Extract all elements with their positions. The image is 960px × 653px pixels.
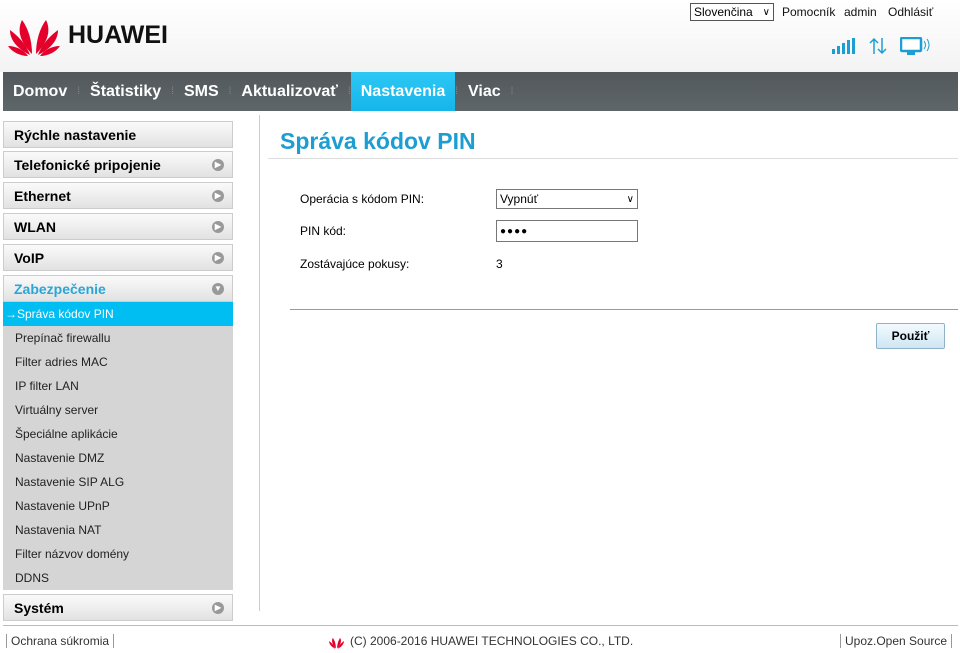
nav-label: Aktualizovať: [241, 82, 338, 100]
nav-label: Nastavenia: [360, 82, 446, 100]
submenu-pin-management[interactable]: → Správa kódov PIN: [3, 302, 233, 326]
pin-code-label: PIN kód:: [300, 224, 347, 238]
title-divider: [268, 158, 958, 159]
page-title: Správa kódov PIN: [280, 128, 476, 154]
nav-label: Domov: [13, 82, 68, 100]
huawei-logo: HUAWEI: [8, 14, 168, 56]
submenu-dmz[interactable]: Nastavenie DMZ: [3, 446, 233, 470]
pin-code-input[interactable]: ●●●●: [496, 220, 638, 242]
submenu-virtual-server[interactable]: Virtuálny server: [3, 398, 233, 422]
sidebar-label: VoIP: [14, 249, 45, 266]
pc-connection-icon: [900, 37, 930, 55]
submenu-upnp[interactable]: Nastavenie UPnP: [3, 494, 233, 518]
chevron-right-icon: ▶: [212, 601, 224, 614]
sidebar-item-security[interactable]: Zabezpečenie ▼: [3, 275, 233, 302]
main-nav: Domov ⁞ Štatistiky ⁞ SMS ⁞ Aktualizovať ⁞ Na…: [3, 72, 958, 111]
signal-icon: [832, 38, 855, 54]
submenu-firewall-switch[interactable]: Prepínač firewallu: [3, 326, 233, 350]
sidebar-label: Zabezpečenie: [14, 280, 106, 297]
footer-divider: [3, 625, 958, 626]
sidebar-label: Ethernet: [14, 187, 71, 204]
sidebar-label: WLAN: [14, 218, 56, 235]
huawei-logo-small-icon: [329, 637, 344, 649]
chevron-right-icon: ▶: [212, 220, 224, 233]
sidebar-item-quick-setup[interactable]: Rýchle nastavenie: [3, 121, 233, 148]
nav-separator: ⁞: [510, 86, 514, 97]
sidebar-label: Telefonické pripojenie: [14, 156, 161, 173]
nav-settings[interactable]: Nastavenia: [350, 72, 456, 111]
submenu-lan-ip-filter[interactable]: IP filter LAN: [3, 374, 233, 398]
submenu-sip-alg[interactable]: Nastavenie SIP ALG: [3, 470, 233, 494]
nav-statistics[interactable]: Štatistiky: [80, 72, 171, 111]
privacy-link[interactable]: Ochrana súkromia: [6, 634, 115, 648]
arrow-right-icon: →: [5, 307, 17, 321]
form-divider: [290, 309, 958, 310]
sidebar-item-wlan[interactable]: WLAN ▶: [3, 213, 233, 240]
attempts-value: 3: [496, 257, 503, 271]
pin-operation-value: Vypnúť: [500, 192, 539, 206]
submenu-label: Správa kódov PIN: [17, 307, 114, 321]
copyright: (C) 2006-2016 HUAWEI TECHNOLOGIES CO., L…: [350, 634, 634, 648]
nav-home[interactable]: Domov: [3, 72, 77, 111]
pin-code-value: ●●●●: [500, 225, 529, 237]
help-link[interactable]: Pomocník: [782, 5, 835, 19]
submenu-nat[interactable]: Nastavenia NAT: [3, 518, 233, 542]
nav-label: Viac: [468, 82, 501, 100]
submenu-special-apps[interactable]: Špeciálne aplikácie: [3, 422, 233, 446]
huawei-flower-icon: [8, 20, 60, 56]
sidebar-label: Systém: [14, 599, 64, 616]
admin-link[interactable]: admin: [844, 5, 877, 19]
pin-operation-label: Operácia s kódom PIN:: [300, 192, 425, 206]
sidebar-item-dialup[interactable]: Telefonické pripojenie ▶: [3, 151, 233, 178]
nav-update[interactable]: Aktualizovať: [231, 72, 348, 111]
chevron-right-icon: ▶: [212, 158, 224, 171]
sidebar-item-system[interactable]: Systém ▶: [3, 594, 233, 621]
divider: [259, 115, 260, 611]
open-source-link[interactable]: Upoz.Open Source: [840, 634, 953, 648]
data-transfer-icon: [869, 37, 887, 55]
apply-button[interactable]: Použiť: [876, 323, 945, 349]
nav-more[interactable]: Viac: [458, 72, 511, 111]
sidebar-item-voip[interactable]: VoIP ▶: [3, 244, 233, 271]
submenu-ddns[interactable]: DDNS: [3, 566, 233, 590]
nav-label: Štatistiky: [90, 82, 162, 100]
submenu-mac-filter[interactable]: Filter adries MAC: [3, 350, 233, 374]
chevron-down-icon: ▼: [212, 282, 224, 295]
sidebar-label: Rýchle nastavenie: [14, 126, 137, 143]
logout-link[interactable]: Odhlásiť: [888, 5, 933, 19]
chevron-down-icon: ∨: [626, 193, 634, 205]
chevron-right-icon: ▶: [212, 189, 224, 202]
language-select[interactable]: Slovenčina ∨: [690, 3, 774, 21]
sidebar-item-ethernet[interactable]: Ethernet ▶: [3, 182, 233, 209]
brand-name: HUAWEI: [68, 20, 168, 49]
language-value: Slovenčina: [694, 5, 753, 19]
submenu-domain-filter[interactable]: Filter názvov domény: [3, 542, 233, 566]
nav-label: SMS: [183, 82, 219, 100]
nav-sms[interactable]: SMS: [174, 72, 229, 111]
attempts-label: Zostávajúce pokusy:: [300, 257, 410, 271]
pin-operation-select[interactable]: Vypnúť ∨: [496, 189, 638, 209]
chevron-down-icon: ∨: [762, 6, 770, 18]
chevron-right-icon: ▶: [212, 251, 224, 264]
